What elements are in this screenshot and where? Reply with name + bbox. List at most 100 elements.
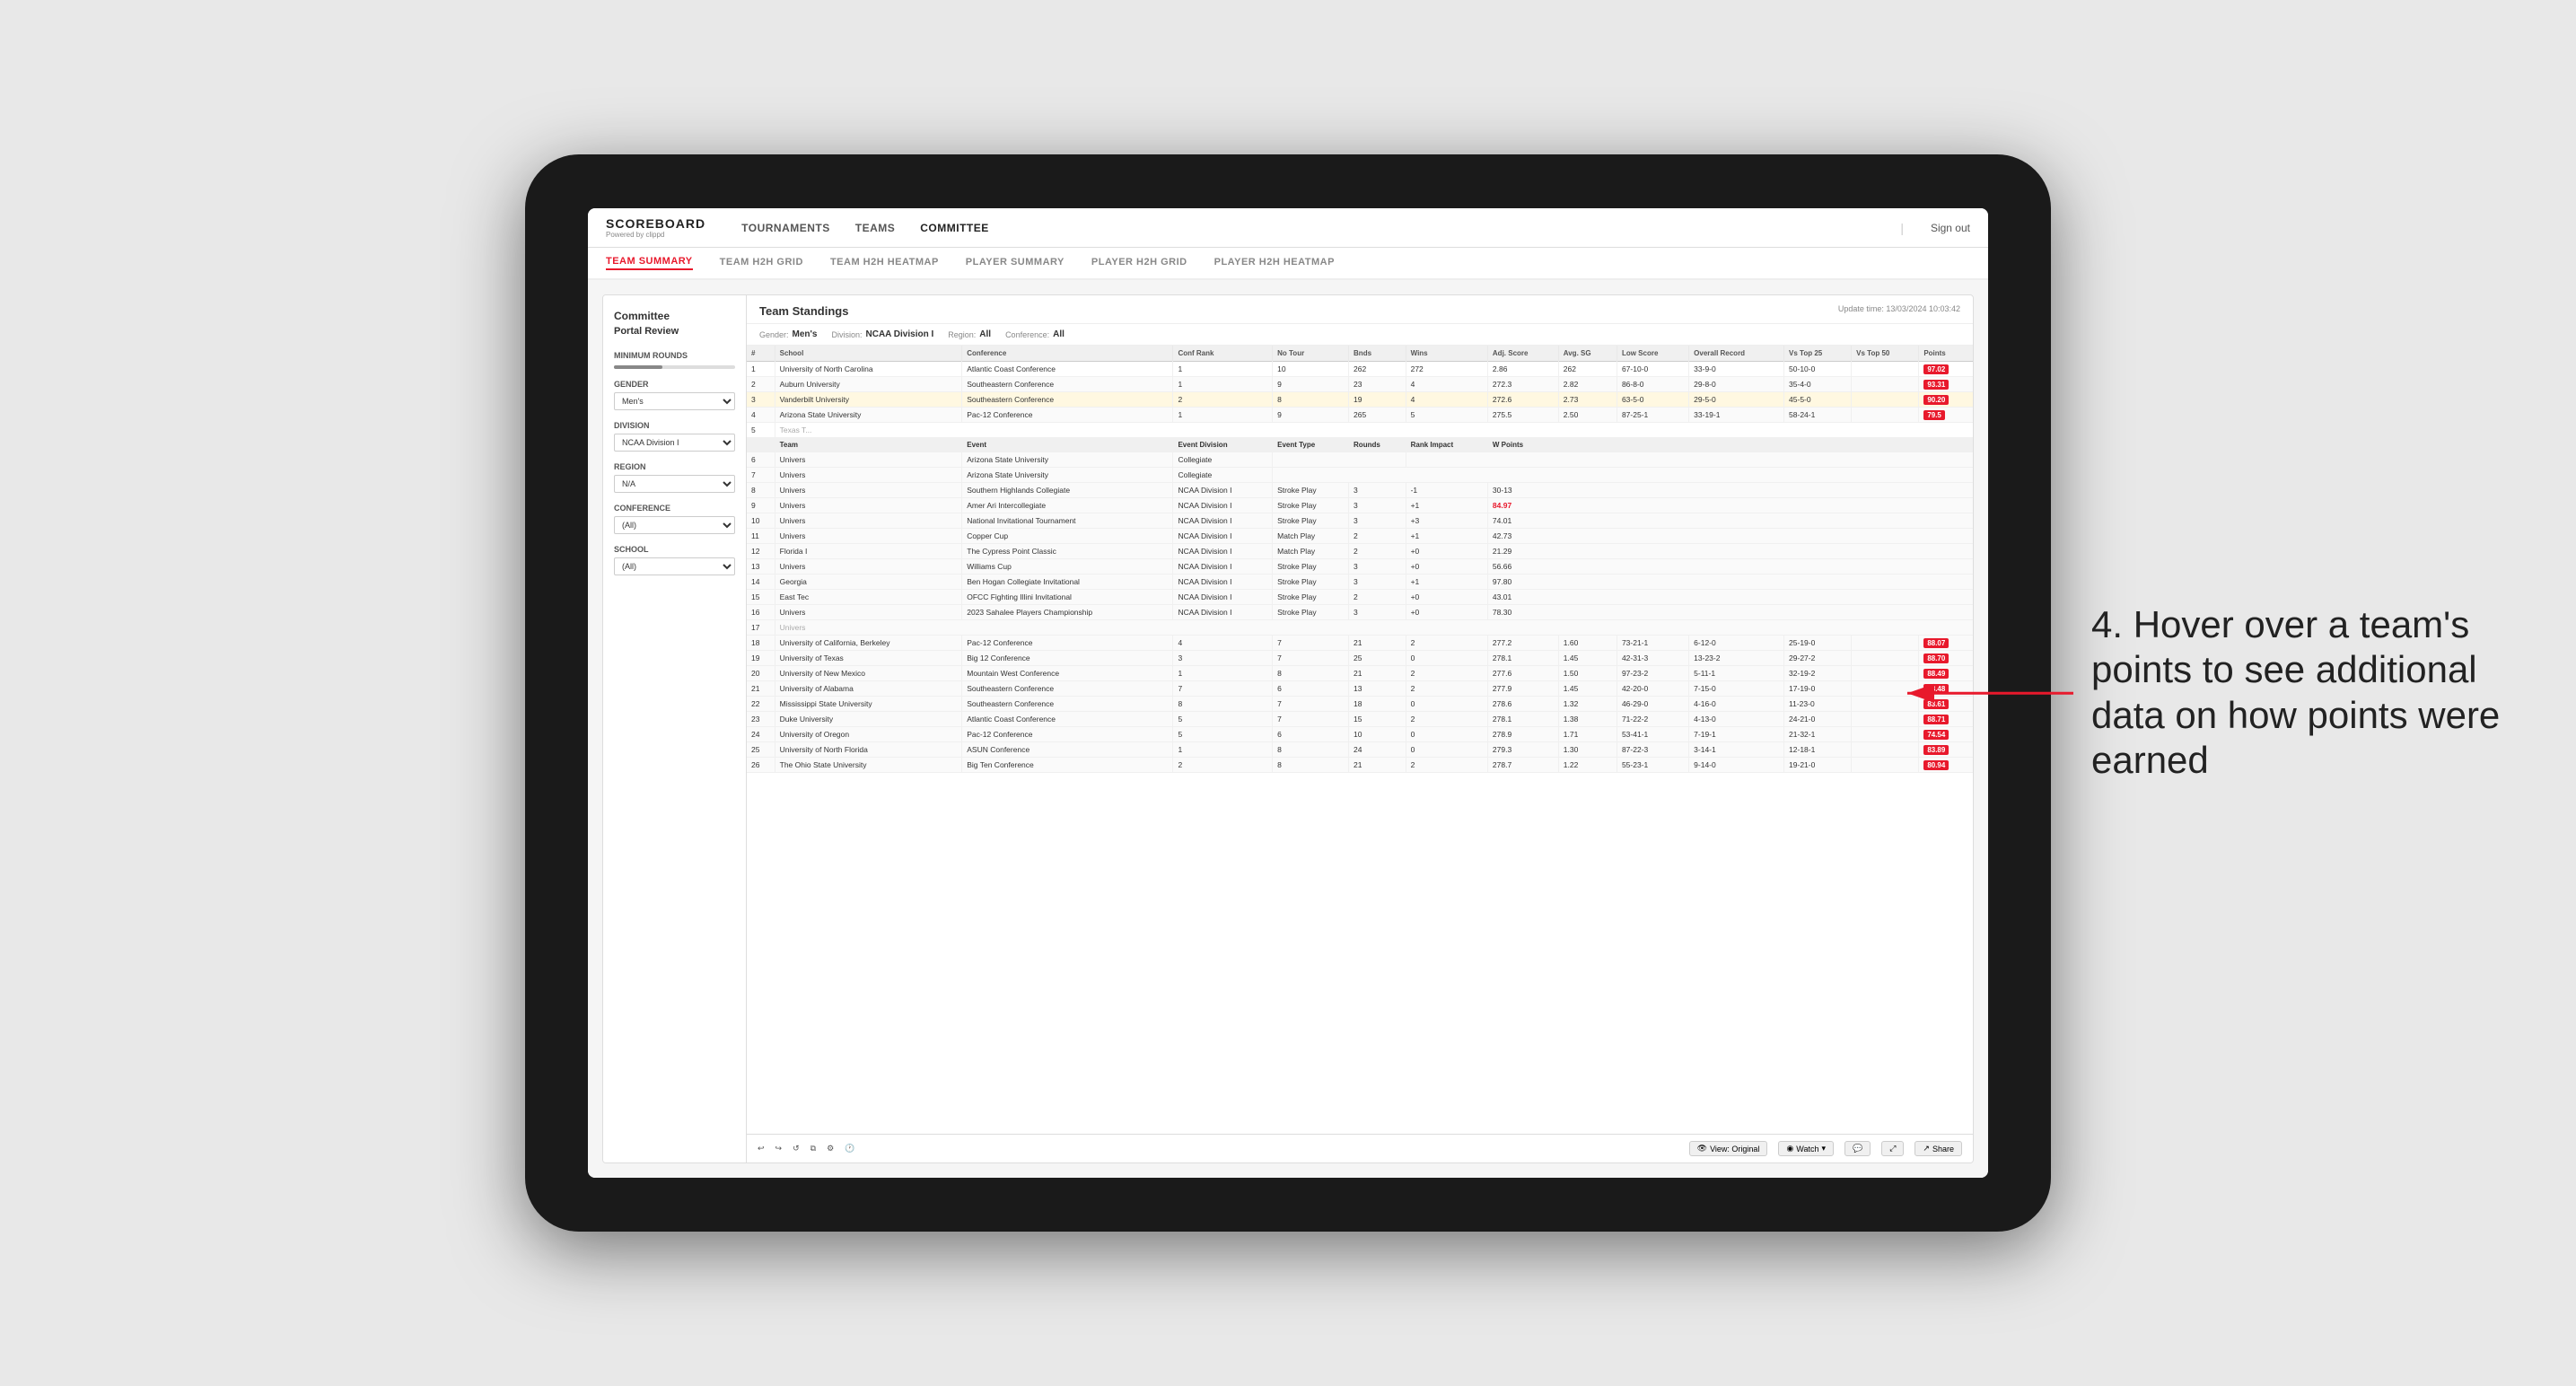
cell-bnds: 18 (1349, 697, 1406, 712)
cell-school: University of California, Berkeley (775, 636, 962, 651)
redo-button[interactable]: ↪ (775, 1144, 783, 1154)
cell-type: Stroke Play (1273, 483, 1349, 498)
cell-conf-rank: 3 (1173, 651, 1273, 666)
bottom-bar: ↩ ↪ ↺ ⧉ ⚙ 🕐 👁 View: Original (747, 1134, 1973, 1162)
cell-school: Univers (775, 605, 962, 620)
tab-player-summary[interactable]: PLAYER SUMMARY (966, 257, 1065, 269)
cell-points[interactable]: 83.89 (1919, 742, 1973, 758)
cell-event: 2023 Sahalee Players Championship (962, 605, 1173, 620)
tab-team-h2h-grid[interactable]: TEAM H2H GRID (720, 257, 803, 269)
cell-points[interactable]: 88.07 (1919, 636, 1973, 651)
sign-out-button[interactable]: Sign out (1931, 222, 1970, 234)
cell-conf-rank: 2 (1173, 758, 1273, 773)
cell-adj-score: 272.3 (1487, 377, 1558, 392)
cell-event: Southern Highlands Collegiate (962, 483, 1173, 498)
cell-adj-score: 278.1 (1487, 651, 1558, 666)
division-select[interactable]: NCAA Division I (614, 434, 735, 452)
cell-vs25: 58-24-1 (1784, 408, 1852, 423)
filter-bar-region: Region: All (948, 329, 991, 339)
col-low-score: Low Score (1617, 346, 1688, 362)
school-select[interactable]: (All) (614, 557, 735, 575)
cell-low-score: 42-20-0 (1617, 681, 1688, 697)
filter-bar-gender-value: Men's (793, 329, 818, 339)
cell-points[interactable]: 88.70 (1919, 651, 1973, 666)
cell-wins: 0 (1406, 742, 1487, 758)
cell-low-score: 55-23-1 (1617, 758, 1688, 773)
table-row: 7 Univers Arizona State University Colle… (747, 468, 1973, 483)
cell-points[interactable]: 74.54 (1919, 727, 1973, 742)
tab-team-summary[interactable]: TEAM SUMMARY (606, 256, 693, 270)
cell-points[interactable]: 79.5 (1919, 408, 1973, 423)
cell-school: Univers (775, 559, 962, 575)
cell-school: Georgia (775, 575, 962, 590)
cell-points[interactable]: 93.31 (1919, 377, 1973, 392)
cell-vs50 (1852, 712, 1919, 727)
cell-points[interactable]: 97.02 (1919, 362, 1973, 377)
filter-bar-gender: Gender: Men's (759, 329, 817, 339)
cell-empty (747, 438, 775, 452)
cell-conference: Southeastern Conference (962, 392, 1173, 408)
cell-type: Stroke Play (1273, 559, 1349, 575)
table-header-row: # School Conference Conf Rank No Tour Bn… (747, 346, 1973, 362)
cell-adj-score: 278.1 (1487, 712, 1558, 727)
reset-button[interactable]: ↺ (793, 1144, 800, 1154)
cell-school: University of Oregon (775, 727, 962, 742)
cell-vs25: 32-19-2 (1784, 666, 1852, 681)
cell-points[interactable]: 88.71 (1919, 712, 1973, 727)
cell-school: Univers (775, 498, 962, 513)
cell-overall: 3-14-1 (1689, 742, 1784, 758)
cell-rank: 1 (747, 362, 775, 377)
gender-select[interactable]: Men's (614, 392, 735, 410)
table-row: 4 Arizona State University Pac-12 Confer… (747, 408, 1973, 423)
cell-conference: Pac-12 Conference (962, 727, 1173, 742)
copy-button[interactable]: ⧉ (810, 1144, 816, 1154)
cell-low-score: 67-10-0 (1617, 362, 1688, 377)
comment-button[interactable]: 💬 (1844, 1141, 1871, 1156)
cell-vs25: 11-23-0 (1784, 697, 1852, 712)
tooltip-col-div: Event Division (1173, 438, 1273, 452)
cell-rounds: 2 (1349, 544, 1406, 559)
cell-rank: 16 (747, 605, 775, 620)
nav-tournaments[interactable]: TOURNAMENTS (741, 222, 830, 234)
cell-conference: Atlantic Coast Conference (962, 712, 1173, 727)
col-avg-sg: Avg. SG (1558, 346, 1617, 362)
watch-button[interactable]: ◉ Watch ▾ (1778, 1141, 1834, 1156)
cell-bnds: 25 (1349, 651, 1406, 666)
cell-wpoints: 78.30 (1487, 605, 1973, 620)
table-row: 25 University of North Florida ASUN Conf… (747, 742, 1973, 758)
cell-vs50 (1852, 377, 1919, 392)
table-row: 22 Mississippi State University Southeas… (747, 697, 1973, 712)
cell-rank-imp: +0 (1406, 605, 1487, 620)
cell-event-div: Collegiate (1173, 452, 1273, 468)
filter-bar: Gender: Men's Division: NCAA Division I … (747, 324, 1973, 346)
view-original-button[interactable]: 👁 View: Original (1689, 1141, 1768, 1156)
cell-vs50 (1852, 636, 1919, 651)
cell-points[interactable]: 90.20 (1919, 392, 1973, 408)
watch-dropdown-icon: ▾ (1821, 1144, 1826, 1154)
cell-rank: 12 (747, 544, 775, 559)
undo-button[interactable]: ↩ (758, 1144, 765, 1154)
cell-rank: 4 (747, 408, 775, 423)
cell-div: NCAA Division I (1173, 575, 1273, 590)
clock-button[interactable]: 🕐 (845, 1144, 854, 1154)
expand-button[interactable]: ⤢ (1881, 1141, 1904, 1156)
min-rounds-slider[interactable] (614, 365, 735, 369)
region-select[interactable]: N/A (614, 475, 735, 493)
cell-points[interactable]: 80.94 (1919, 758, 1973, 773)
tab-player-h2h-grid[interactable]: PLAYER H2H GRID (1091, 257, 1187, 269)
tab-player-h2h-heatmap[interactable]: PLAYER H2H HEATMAP (1214, 257, 1335, 269)
cell-vs50 (1852, 727, 1919, 742)
cell-wpoints: 43.01 (1487, 590, 1973, 605)
cell-vs50 (1852, 362, 1919, 377)
cell-avg-sg: 1.50 (1558, 666, 1617, 681)
table-row: 9 Univers Amer Ari Intercollegiate NCAA … (747, 498, 1973, 513)
settings-button[interactable]: ⚙ (827, 1144, 834, 1154)
share-button[interactable]: ↗ Share (1914, 1141, 1962, 1156)
cell-low-score: 73-21-1 (1617, 636, 1688, 651)
tab-team-h2h-heatmap[interactable]: TEAM H2H HEATMAP (830, 257, 939, 269)
nav-committee[interactable]: COMMITTEE (920, 222, 989, 234)
conference-select[interactable]: (All) (614, 516, 735, 534)
cell-school: Univers (775, 620, 1973, 636)
cell-rank-imp: +0 (1406, 544, 1487, 559)
nav-teams[interactable]: TEAMS (855, 222, 896, 234)
